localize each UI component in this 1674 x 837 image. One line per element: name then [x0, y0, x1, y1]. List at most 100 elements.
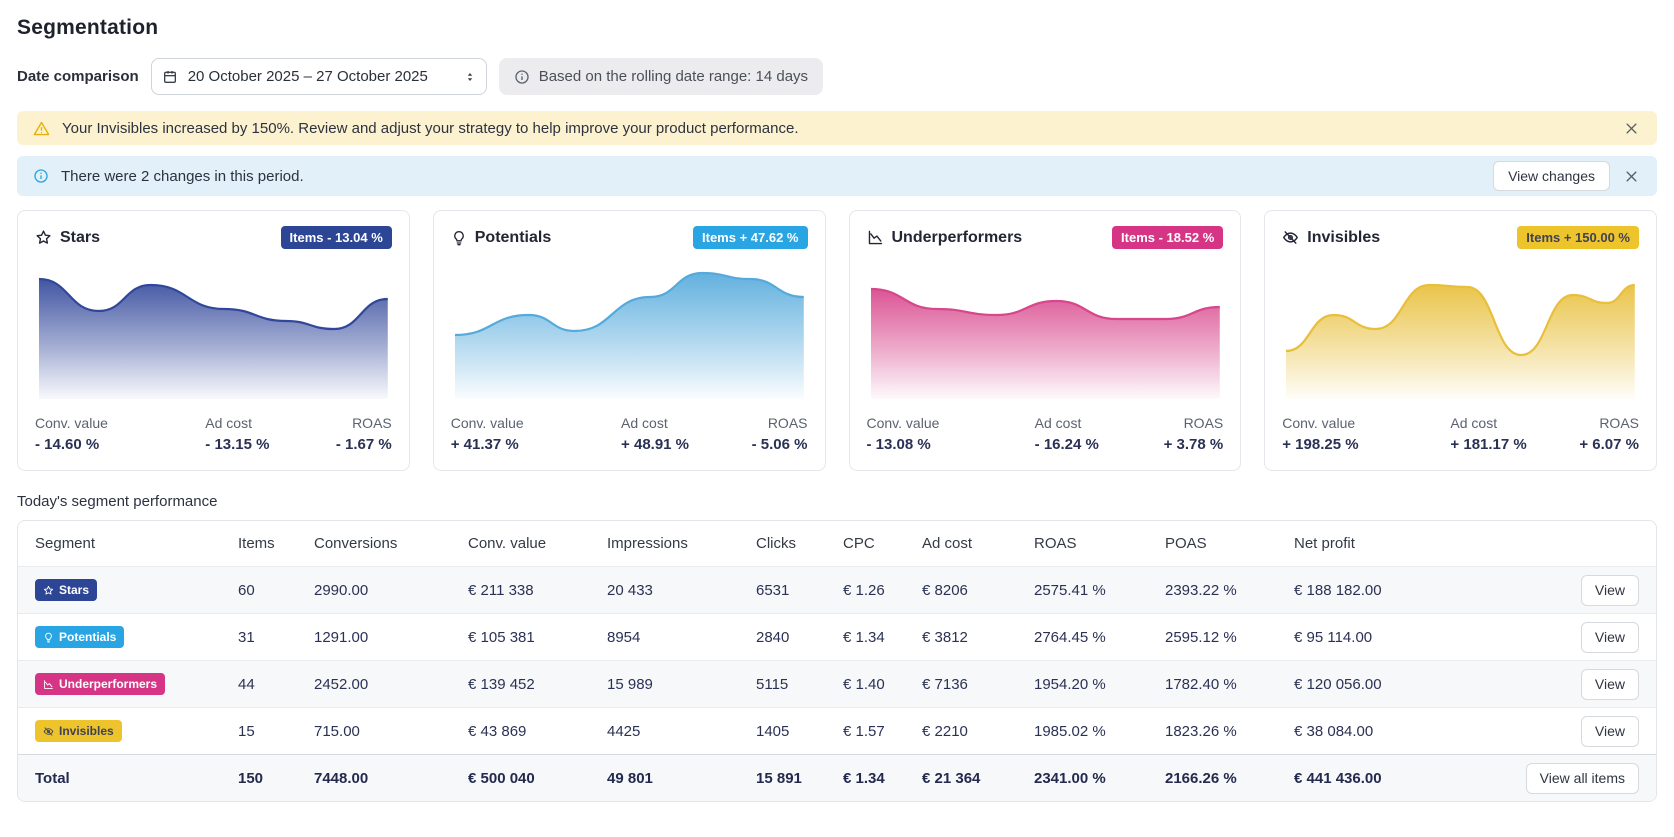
column-header: CPC — [843, 535, 922, 552]
stat-roas: ROAS + 6.07 % — [1579, 415, 1639, 453]
cell-net_profit: € 38 084.00 — [1294, 723, 1451, 740]
segment-sparkline — [1282, 259, 1639, 399]
items-change-badge: Items + 150.00 % — [1517, 226, 1639, 249]
cell-impressions: 8954 — [607, 629, 756, 646]
cell-net_profit: € 188 182.00 — [1294, 582, 1451, 599]
stat-ad-cost: Ad cost + 48.91 % — [621, 415, 752, 453]
stat-value: + 41.37 % — [451, 436, 621, 453]
total-impressions: 49 801 — [607, 770, 756, 787]
cell-items: 60 — [238, 582, 314, 599]
warning-banner-text: Your Invisibles increased by 150%. Revie… — [62, 120, 1610, 137]
card-stats: Conv. value- 13.08 %Ad cost- 16.24 %ROAS… — [867, 415, 1224, 453]
segment-cell: Stars — [35, 579, 238, 601]
cell-ad_cost: € 2210 — [922, 723, 1034, 740]
view-changes-button[interactable]: View changes — [1493, 161, 1610, 191]
view-button[interactable]: View — [1581, 669, 1639, 700]
stat-label: Conv. value — [35, 415, 205, 431]
view-all-items-button[interactable]: View all items — [1526, 763, 1639, 794]
stat-value: + 48.91 % — [621, 436, 752, 453]
stat-label: Conv. value — [867, 415, 1035, 431]
cell-roas: 1985.02 % — [1034, 723, 1165, 740]
total-conv_value: € 500 040 — [468, 770, 607, 787]
card-title: Potentials — [475, 229, 551, 247]
close-icon — [1624, 121, 1639, 136]
total-roas: 2341.00 % — [1034, 770, 1165, 787]
column-header: Clicks — [756, 535, 843, 552]
lightbulb-icon — [43, 632, 54, 643]
cell-clicks: 6531 — [756, 582, 843, 599]
cell-conversions: 2990.00 — [314, 582, 468, 599]
column-header: POAS — [1165, 535, 1294, 552]
stat-label: ROAS — [752, 415, 808, 431]
info-banner-close-button[interactable] — [1622, 167, 1641, 186]
segment-card-stars: StarsItems - 13.04 %Conv. value- 14.60 %… — [17, 210, 410, 471]
cell-cpc: € 1.57 — [843, 723, 922, 740]
card-stats: Conv. value - 14.60 %Ad cost - 13.15 %ROAS… — [35, 415, 392, 453]
trend-down-icon — [43, 679, 54, 690]
cell-impressions: 4425 — [607, 723, 756, 740]
stat-label: Conv. value — [451, 415, 621, 431]
cell-conversions: 1291.00 — [314, 629, 468, 646]
cell-ad_cost: € 7136 — [922, 676, 1034, 693]
cell-conv_value: € 211 338 — [468, 582, 607, 599]
segment-badge: Potentials — [35, 626, 124, 648]
cell-net_profit: € 95 114.00 — [1294, 629, 1451, 646]
card-title: Invisibles — [1307, 229, 1380, 247]
segment-sparkline — [35, 259, 392, 399]
stat-value: - 14.60 % — [35, 436, 205, 453]
stat-conv-value: Conv. value + 198.25 % — [1282, 415, 1450, 453]
stat-label: ROAS — [1579, 415, 1639, 431]
cell-poas: 2393.22 % — [1165, 582, 1294, 599]
sparkline-svg — [451, 259, 808, 399]
total-cpc: € 1.34 — [843, 770, 922, 787]
column-header: Ad cost — [922, 535, 1034, 552]
items-change-badge: Items + 47.62 % — [693, 226, 807, 249]
lightbulb-icon — [451, 230, 467, 246]
warning-triangle-icon — [33, 120, 50, 137]
cell-clicks: 5115 — [756, 676, 843, 693]
star-icon — [43, 585, 54, 596]
segment-card-underperformers: Underperformers Items - 18.52 % Conv. valu… — [849, 210, 1242, 471]
stat-roas: ROAS- 5.06 % — [752, 415, 808, 453]
segment-badge: Stars — [35, 579, 97, 601]
stat-value: - 13.15 % — [205, 436, 336, 453]
sparkline-svg — [1282, 259, 1639, 399]
sparkline-svg — [867, 259, 1224, 399]
table-header-row: SegmentItemsConversionsConv. valueImpres… — [18, 521, 1656, 566]
segment-cell: Underperformers — [35, 673, 238, 695]
stat-label: Conv. value — [1282, 415, 1450, 431]
column-header: ROAS — [1034, 535, 1165, 552]
stat-value: - 16.24 % — [1035, 436, 1164, 453]
stat-roas: ROAS- 1.67 % — [336, 415, 392, 453]
segment-sparkline — [867, 259, 1224, 399]
stat-ad-cost: Ad cost- 16.24 % — [1035, 415, 1164, 453]
segment-badge: Invisibles — [35, 720, 122, 742]
stat-label: Ad cost — [205, 415, 336, 431]
date-range-select[interactable]: 20 October 2025 – 27 October 2025 — [151, 58, 487, 95]
stat-value: + 181.17 % — [1450, 436, 1579, 453]
cell-clicks: 1405 — [756, 723, 843, 740]
table-row-invisibles: Invisibles15715.00€ 43 86944251405€ 1.57… — [18, 707, 1656, 754]
cell-conv_value: € 43 869 — [468, 723, 607, 740]
stat-value: + 6.07 % — [1579, 436, 1639, 453]
stat-ad-cost: Ad cost+ 181.17 % — [1450, 415, 1579, 453]
cell-roas: 2575.41 % — [1034, 582, 1165, 599]
rolling-range-text: Based on the rolling date range: 14 days — [539, 68, 808, 85]
warning-banner-close-button[interactable] — [1622, 119, 1641, 138]
cell-impressions: 20 433 — [607, 582, 756, 599]
column-header: Conv. value — [468, 535, 607, 552]
view-button[interactable]: View — [1581, 575, 1639, 606]
table-row-potentials: Potentials311291.00€ 105 38189542840€ 1.… — [18, 613, 1656, 660]
cell-net_profit: € 120 056.00 — [1294, 676, 1451, 693]
card-title: Underperformers — [892, 229, 1023, 247]
stat-value: + 198.25 % — [1282, 436, 1450, 453]
items-change-badge: Items - 18.52 % — [1112, 226, 1223, 249]
segment-sparkline — [451, 259, 808, 399]
view-button[interactable]: View — [1581, 622, 1639, 653]
view-button[interactable]: View — [1581, 716, 1639, 747]
stat-label: Ad cost — [621, 415, 752, 431]
info-circle-icon — [514, 69, 530, 85]
cell-clicks: 2840 — [756, 629, 843, 646]
table-title: Today's segment performance — [17, 493, 1657, 510]
segment-card-invisibles: InvisiblesItems + 150.00 %Conv. value+ 1… — [1264, 210, 1657, 471]
